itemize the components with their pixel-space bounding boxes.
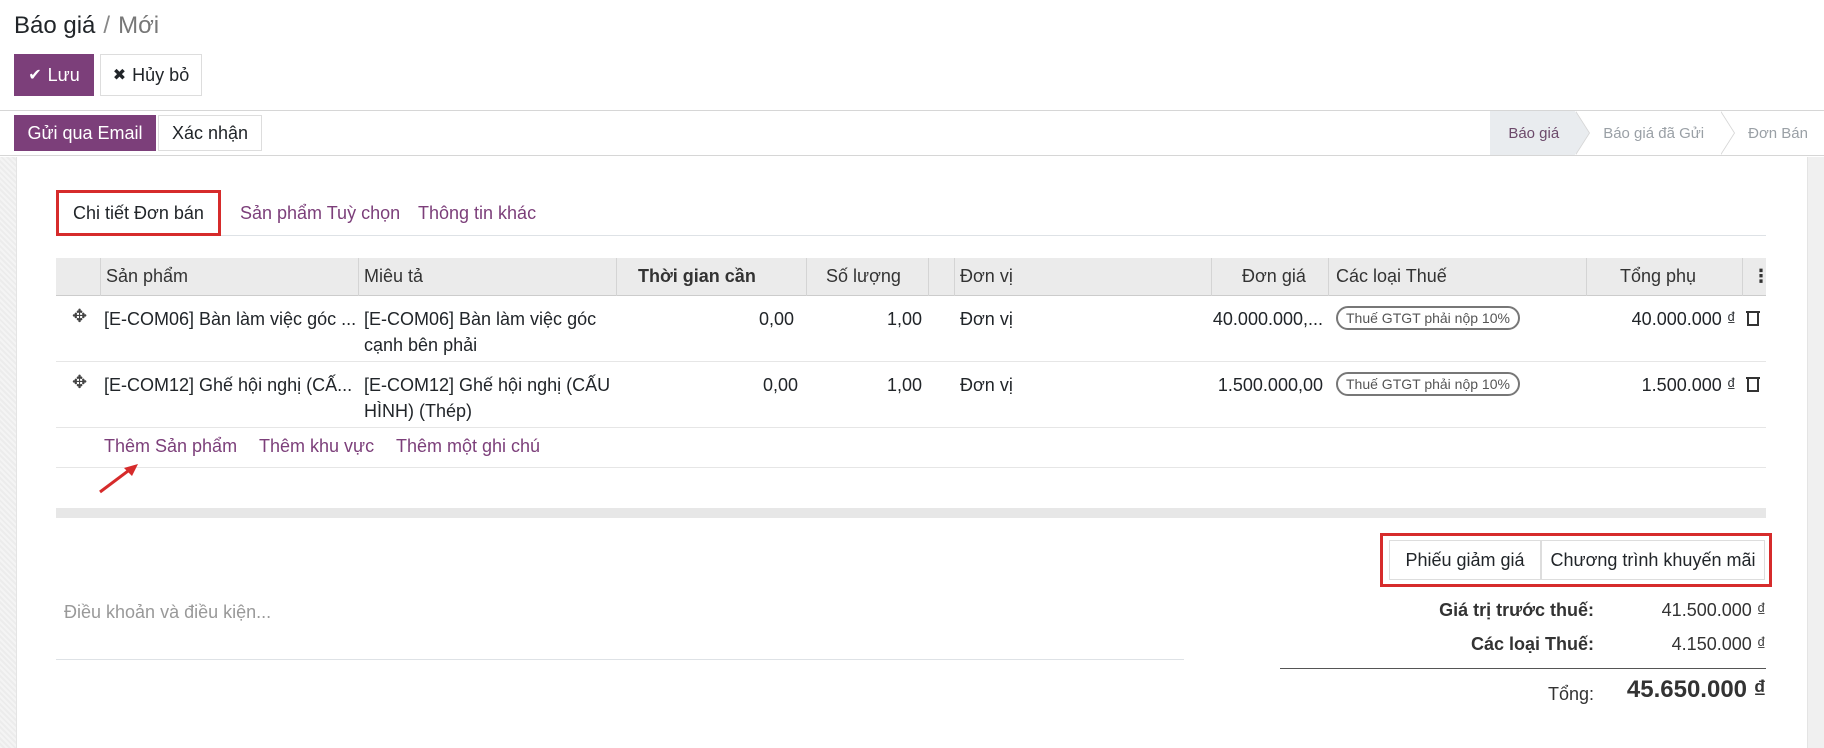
- terms-conditions-field[interactable]: Điều khoản và điều kiện...: [56, 590, 1184, 660]
- table-header: Sản phẩm Miêu tả Thời gian cần Số lượng …: [56, 258, 1770, 296]
- description-line-2: cạnh bên phải: [364, 335, 478, 355]
- close-icon: ✖: [112, 67, 127, 84]
- promotion-buttons-group: Phiếu giảm giá Chương trình khuyến mãi: [1380, 533, 1772, 587]
- column-separator: [806, 258, 807, 296]
- drag-handle-icon[interactable]: ✥: [72, 296, 87, 361]
- drag-handle-icon[interactable]: ✥: [72, 362, 87, 427]
- cell-description[interactable]: [E-COM12] Ghế hội nghị (CẤU HÌNH) (Thép): [364, 362, 614, 427]
- grand-total-label: Tổng:: [1547, 684, 1594, 704]
- stage-label: Báo giá: [1508, 124, 1560, 142]
- stage-arrow: [1575, 111, 1590, 155]
- description-line-2: HÌNH) (Thép): [364, 401, 473, 421]
- taxes-row: Các loại Thuế: 4.150.000 ₫: [1280, 630, 1766, 660]
- column-header-uom[interactable]: Đơn vị: [960, 258, 1013, 295]
- column-header-description[interactable]: Miêu tả: [364, 258, 423, 295]
- column-header-lead-time[interactable]: Thời gian cần: [638, 258, 756, 295]
- column-separator: [1586, 258, 1587, 296]
- description-line-1: [E-COM06] Bàn làm việc góc: [364, 309, 597, 329]
- column-header-subtotal[interactable]: Tổng phụ: [1620, 258, 1696, 295]
- delete-row-trash-icon[interactable]: [1746, 362, 1760, 427]
- cell-quantity[interactable]: 1,00: [806, 296, 922, 361]
- promotion-program-button[interactable]: Chương trình khuyến mãi: [1541, 540, 1765, 580]
- cell-taxes[interactable]: Thuế GTGT phải nộp 10%: [1336, 296, 1520, 361]
- coupon-button[interactable]: Phiếu giảm giá: [1389, 540, 1541, 580]
- cell-uom[interactable]: Đơn vị: [960, 296, 1013, 361]
- breadcrumb: Báo giá / Mới: [14, 12, 159, 40]
- notebook-tabs: Chi tiết Đơn bán Sản phẩm Tuỳ chọn Thông…: [56, 190, 1766, 236]
- taxes-value: 4.150.000 ₫: [1671, 634, 1766, 654]
- cell-unit-price[interactable]: 1.500.000,00: [1211, 362, 1323, 427]
- column-header-taxes[interactable]: Các loại Thuế: [1336, 258, 1447, 295]
- stage-sales-order[interactable]: Đơn Bán: [1720, 111, 1824, 155]
- breadcrumb-separator: /: [103, 12, 111, 39]
- cell-lead-time[interactable]: 0,00: [616, 296, 794, 361]
- annotation-arrow-icon: [99, 464, 138, 494]
- cell-uom[interactable]: Đơn vị: [960, 362, 1013, 427]
- add-note-link[interactable]: Thêm một ghi chú: [396, 436, 540, 457]
- table-row[interactable]: ✥ [E-COM12] Ghế hội nghị (CẤ... [E-COM12…: [56, 362, 1766, 428]
- confirm-button[interactable]: Xác nhận: [158, 115, 262, 151]
- add-line-row: Thêm Sản phẩm Thêm khu vực Thêm một ghi …: [56, 428, 1766, 468]
- breadcrumb-current: Mới: [118, 12, 160, 39]
- add-section-link[interactable]: Thêm khu vực: [259, 436, 374, 457]
- control-panel: Báo giá / Mới ✔ Lưu ✖ Hủy bỏ: [0, 0, 1824, 110]
- tax-tag: Thuế GTGT phải nộp 10%: [1336, 372, 1520, 396]
- tab-optional-products[interactable]: Sản phẩm Tuỳ chọn: [240, 190, 400, 236]
- scrollbar[interactable]: [1808, 157, 1824, 748]
- stage-quotation-sent[interactable]: Báo giá đã Gửi: [1575, 111, 1736, 155]
- table-footer-band: [56, 508, 1766, 518]
- discard-button[interactable]: ✖ Hủy bỏ: [100, 54, 202, 96]
- cell-product[interactable]: [E-COM06] Bàn làm việc góc ...: [104, 296, 358, 361]
- cell-subtotal: 40.000.000 ₫: [1631, 309, 1736, 329]
- cell-quantity[interactable]: 1,00: [806, 362, 922, 427]
- breadcrumb-parent[interactable]: Báo giá: [14, 12, 95, 39]
- column-separator: [1328, 258, 1329, 296]
- save-button[interactable]: ✔ Lưu: [14, 54, 94, 96]
- check-icon: ✔: [28, 67, 42, 84]
- discard-label: Hủy bỏ: [132, 64, 190, 85]
- cell-description[interactable]: [E-COM06] Bàn làm việc góc cạnh bên phải: [364, 296, 614, 361]
- grand-total-row: Tổng: 45.650.000 ₫: [1280, 672, 1766, 712]
- add-product-link[interactable]: Thêm Sản phẩm: [104, 436, 237, 457]
- cell-taxes[interactable]: Thuế GTGT phải nộp 10%: [1336, 362, 1520, 427]
- cell-lead-time[interactable]: 0,00: [616, 362, 798, 427]
- column-separator: [1211, 258, 1212, 296]
- taxes-label: Các loại Thuế:: [1470, 634, 1594, 654]
- column-separator: [358, 258, 359, 296]
- tax-tag: Thuế GTGT phải nộp 10%: [1336, 306, 1520, 330]
- cell-subtotal: 1.500.000 ₫: [1641, 375, 1736, 395]
- stage-label: Đơn Bán: [1748, 124, 1808, 142]
- column-separator: [954, 258, 955, 296]
- totals-divider: [1280, 668, 1766, 669]
- untaxed-amount-value: 41.500.000 ₫: [1661, 600, 1766, 620]
- tab-other-info[interactable]: Thông tin khác: [418, 190, 536, 236]
- column-separator: [616, 258, 617, 296]
- grand-total-value: 45.650.000 ₫: [1626, 676, 1766, 703]
- stage-quotation[interactable]: Báo giá: [1490, 111, 1591, 155]
- column-header-unit-price[interactable]: Đơn giá: [1242, 258, 1306, 295]
- stage-arrow: [1720, 111, 1735, 155]
- column-separator: [1742, 258, 1743, 296]
- column-separator: [100, 258, 101, 296]
- description-line-1: [E-COM12] Ghế hội nghị (CẤU: [364, 375, 611, 395]
- stage-label: Báo giá đã Gửi: [1603, 124, 1705, 142]
- delete-row-trash-icon[interactable]: [1746, 296, 1760, 361]
- status-bar: Gửi qua Email Xác nhận Báo giá Báo giá đ…: [0, 110, 1824, 156]
- cell-product[interactable]: [E-COM12] Ghế hội nghị (CẤ...: [104, 362, 358, 427]
- tab-order-lines[interactable]: Chi tiết Đơn bán: [56, 190, 221, 236]
- stage-pipeline: Báo giá Báo giá đã Gửi Đơn Bán: [1490, 111, 1824, 155]
- cell-unit-price[interactable]: 40.000.000,...: [1211, 296, 1323, 361]
- column-header-product[interactable]: Sản phẩm: [106, 258, 188, 295]
- untaxed-amount-label: Giá trị trước thuế:: [1439, 600, 1594, 620]
- column-header-quantity[interactable]: Số lượng: [826, 258, 901, 295]
- save-label: Lưu: [47, 64, 80, 85]
- column-separator: [928, 258, 929, 296]
- table-row[interactable]: ✥ [E-COM06] Bàn làm việc góc ... [E-COM0…: [56, 296, 1766, 362]
- optional-columns-kebab-icon[interactable]: ⋮: [1752, 258, 1770, 295]
- untaxed-amount-row: Giá trị trước thuế: 41.500.000 ₫: [1280, 596, 1766, 626]
- send-email-button[interactable]: Gửi qua Email: [14, 115, 156, 151]
